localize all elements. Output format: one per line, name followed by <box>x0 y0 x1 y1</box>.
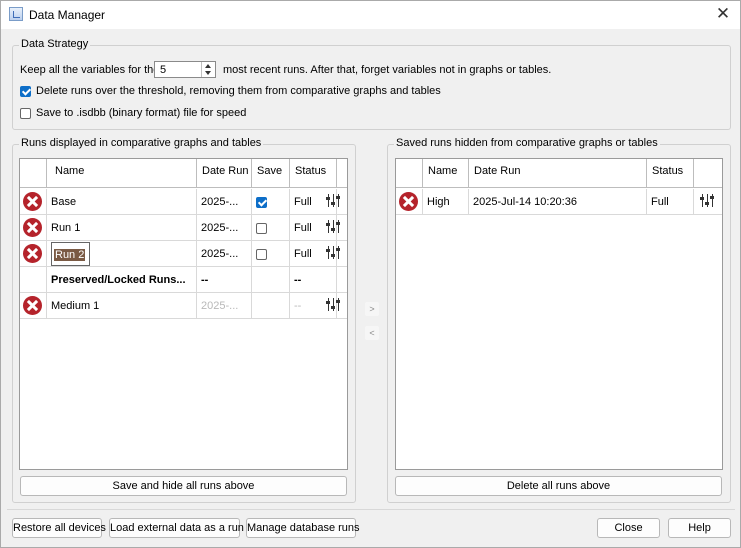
help-button[interactable]: Help <box>668 518 731 538</box>
run-settings-icon[interactable] <box>326 245 341 260</box>
row-delete-cell <box>20 215 47 241</box>
data-strategy-title: Data Strategy <box>19 38 91 50</box>
move-right-button[interactable]: > <box>365 302 379 316</box>
table-row: Medium 1 2025-... -- <box>20 293 347 319</box>
load-external-data-button[interactable]: Load external data as a run <box>109 518 244 538</box>
delete-all-runs-button[interactable]: Delete all runs above <box>395 476 722 496</box>
delete-run-icon[interactable] <box>399 192 418 211</box>
hidden-runs-title: Saved runs hidden from comparative graph… <box>394 137 660 149</box>
preserved-runs-header: Preserved/Locked Runs... <box>47 267 197 293</box>
run-name-edit-field[interactable]: Run 2 <box>51 242 90 266</box>
row-delete-cell <box>20 293 47 319</box>
hidden-runs-table: Name Date Run Status High 2025-Jul-14 10… <box>395 158 723 470</box>
row-delete-cell <box>20 267 47 293</box>
run-date: 2025-... <box>197 189 252 215</box>
run-name-selected-text: Run 2 <box>54 249 86 261</box>
col-header-name[interactable]: Name <box>423 159 469 188</box>
run-name[interactable]: Medium 1 <box>47 293 197 319</box>
spin-down-icon[interactable] <box>205 71 211 75</box>
run-settings-icon[interactable] <box>326 219 341 234</box>
displayed-runs-title: Runs displayed in comparative graphs and… <box>19 137 264 149</box>
run-date: 2025-... <box>197 215 252 241</box>
spin-buttons[interactable] <box>201 62 215 77</box>
col-header-save[interactable]: Save <box>252 159 290 188</box>
keep-variables-prefix: Keep all the variables for the <box>20 64 160 76</box>
run-date: 2025-Jul-14 10:20:36 <box>469 189 647 215</box>
keep-runs-value: 5 <box>160 64 167 76</box>
keep-variables-suffix: most recent runs. After that, forget var… <box>223 64 552 76</box>
run-save-cell <box>252 267 290 293</box>
col-header-date-run[interactable]: Date Run <box>197 159 252 188</box>
footer-divider <box>7 509 735 510</box>
run-name[interactable]: High <box>423 189 469 215</box>
title-bar: Data Manager ✕ <box>1 1 740 29</box>
save-isdbb-checkbox[interactable] <box>20 108 31 119</box>
close-window-button[interactable]: ✕ <box>714 5 732 23</box>
col-header-status[interactable]: Status <box>290 159 337 188</box>
keep-runs-stepper[interactable]: 5 <box>154 61 216 78</box>
col-header-settings <box>694 159 722 188</box>
displayed-runs-table: Name Date Run Save Status Base 2025-... … <box>19 158 348 470</box>
run-save-checkbox[interactable] <box>256 197 267 208</box>
run-status: Full <box>647 189 694 215</box>
run-name[interactable]: Base <box>47 189 197 215</box>
delete-run-icon[interactable] <box>23 296 42 315</box>
table-header: Name Date Run Status <box>396 159 722 188</box>
delete-run-icon[interactable] <box>23 244 42 263</box>
table-row: Run 1 2025-... Full <box>20 215 347 241</box>
run-status: -- <box>290 267 337 293</box>
delete-runs-checkbox[interactable] <box>20 86 31 97</box>
run-date: 2025-... <box>197 293 252 319</box>
delete-run-icon[interactable] <box>23 192 42 211</box>
delete-runs-label: Delete runs over the threshold, removing… <box>36 85 441 97</box>
run-save-cell <box>252 215 290 241</box>
run-save-cell <box>252 189 290 215</box>
run-name-cell: Run 2 <box>47 241 197 267</box>
col-header-settings <box>337 159 347 188</box>
close-button[interactable]: Close <box>597 518 660 538</box>
run-save-cell <box>252 293 290 319</box>
row-delete-cell <box>20 241 47 267</box>
spin-up-icon[interactable] <box>205 64 211 68</box>
run-save-checkbox[interactable] <box>256 249 267 260</box>
table-row: Preserved/Locked Runs... -- -- <box>20 267 347 293</box>
table-row: Base 2025-... Full <box>20 189 347 215</box>
col-header-name[interactable]: Name <box>47 159 197 188</box>
window-title: Data Manager <box>29 8 106 22</box>
col-header-status[interactable]: Status <box>647 159 694 188</box>
run-save-cell <box>252 241 290 267</box>
manage-database-runs-button[interactable]: Manage database runs <box>246 518 360 538</box>
save-and-hide-button[interactable]: Save and hide all runs above <box>20 476 347 496</box>
data-manager-window: Data Manager ✕ Data Strategy Keep all th… <box>0 0 741 548</box>
run-date: 2025-... <box>197 241 252 267</box>
delete-run-icon[interactable] <box>23 218 42 237</box>
row-delete-cell <box>20 189 47 215</box>
table-header: Name Date Run Save Status <box>20 159 347 188</box>
col-header-icon <box>396 159 423 188</box>
table-row: High 2025-Jul-14 10:20:36 Full <box>396 189 722 215</box>
run-date: -- <box>197 267 252 293</box>
table-row: Run 2 2025-... Full <box>20 241 347 267</box>
run-settings-icon[interactable] <box>700 193 715 208</box>
run-settings-icon[interactable] <box>326 193 341 208</box>
app-icon <box>9 7 23 21</box>
run-settings-cell <box>337 267 347 293</box>
save-isdbb-label: Save to .isdbb (binary format) file for … <box>36 107 247 119</box>
run-save-checkbox[interactable] <box>256 223 267 234</box>
run-settings-icon[interactable] <box>326 297 341 312</box>
row-delete-cell <box>396 189 423 215</box>
col-header-icon <box>20 159 47 188</box>
move-left-button[interactable]: < <box>365 326 379 340</box>
run-name[interactable]: Run 1 <box>47 215 197 241</box>
col-header-date-run[interactable]: Date Run <box>469 159 647 188</box>
restore-all-devices-button[interactable]: Restore all devices <box>12 518 106 538</box>
